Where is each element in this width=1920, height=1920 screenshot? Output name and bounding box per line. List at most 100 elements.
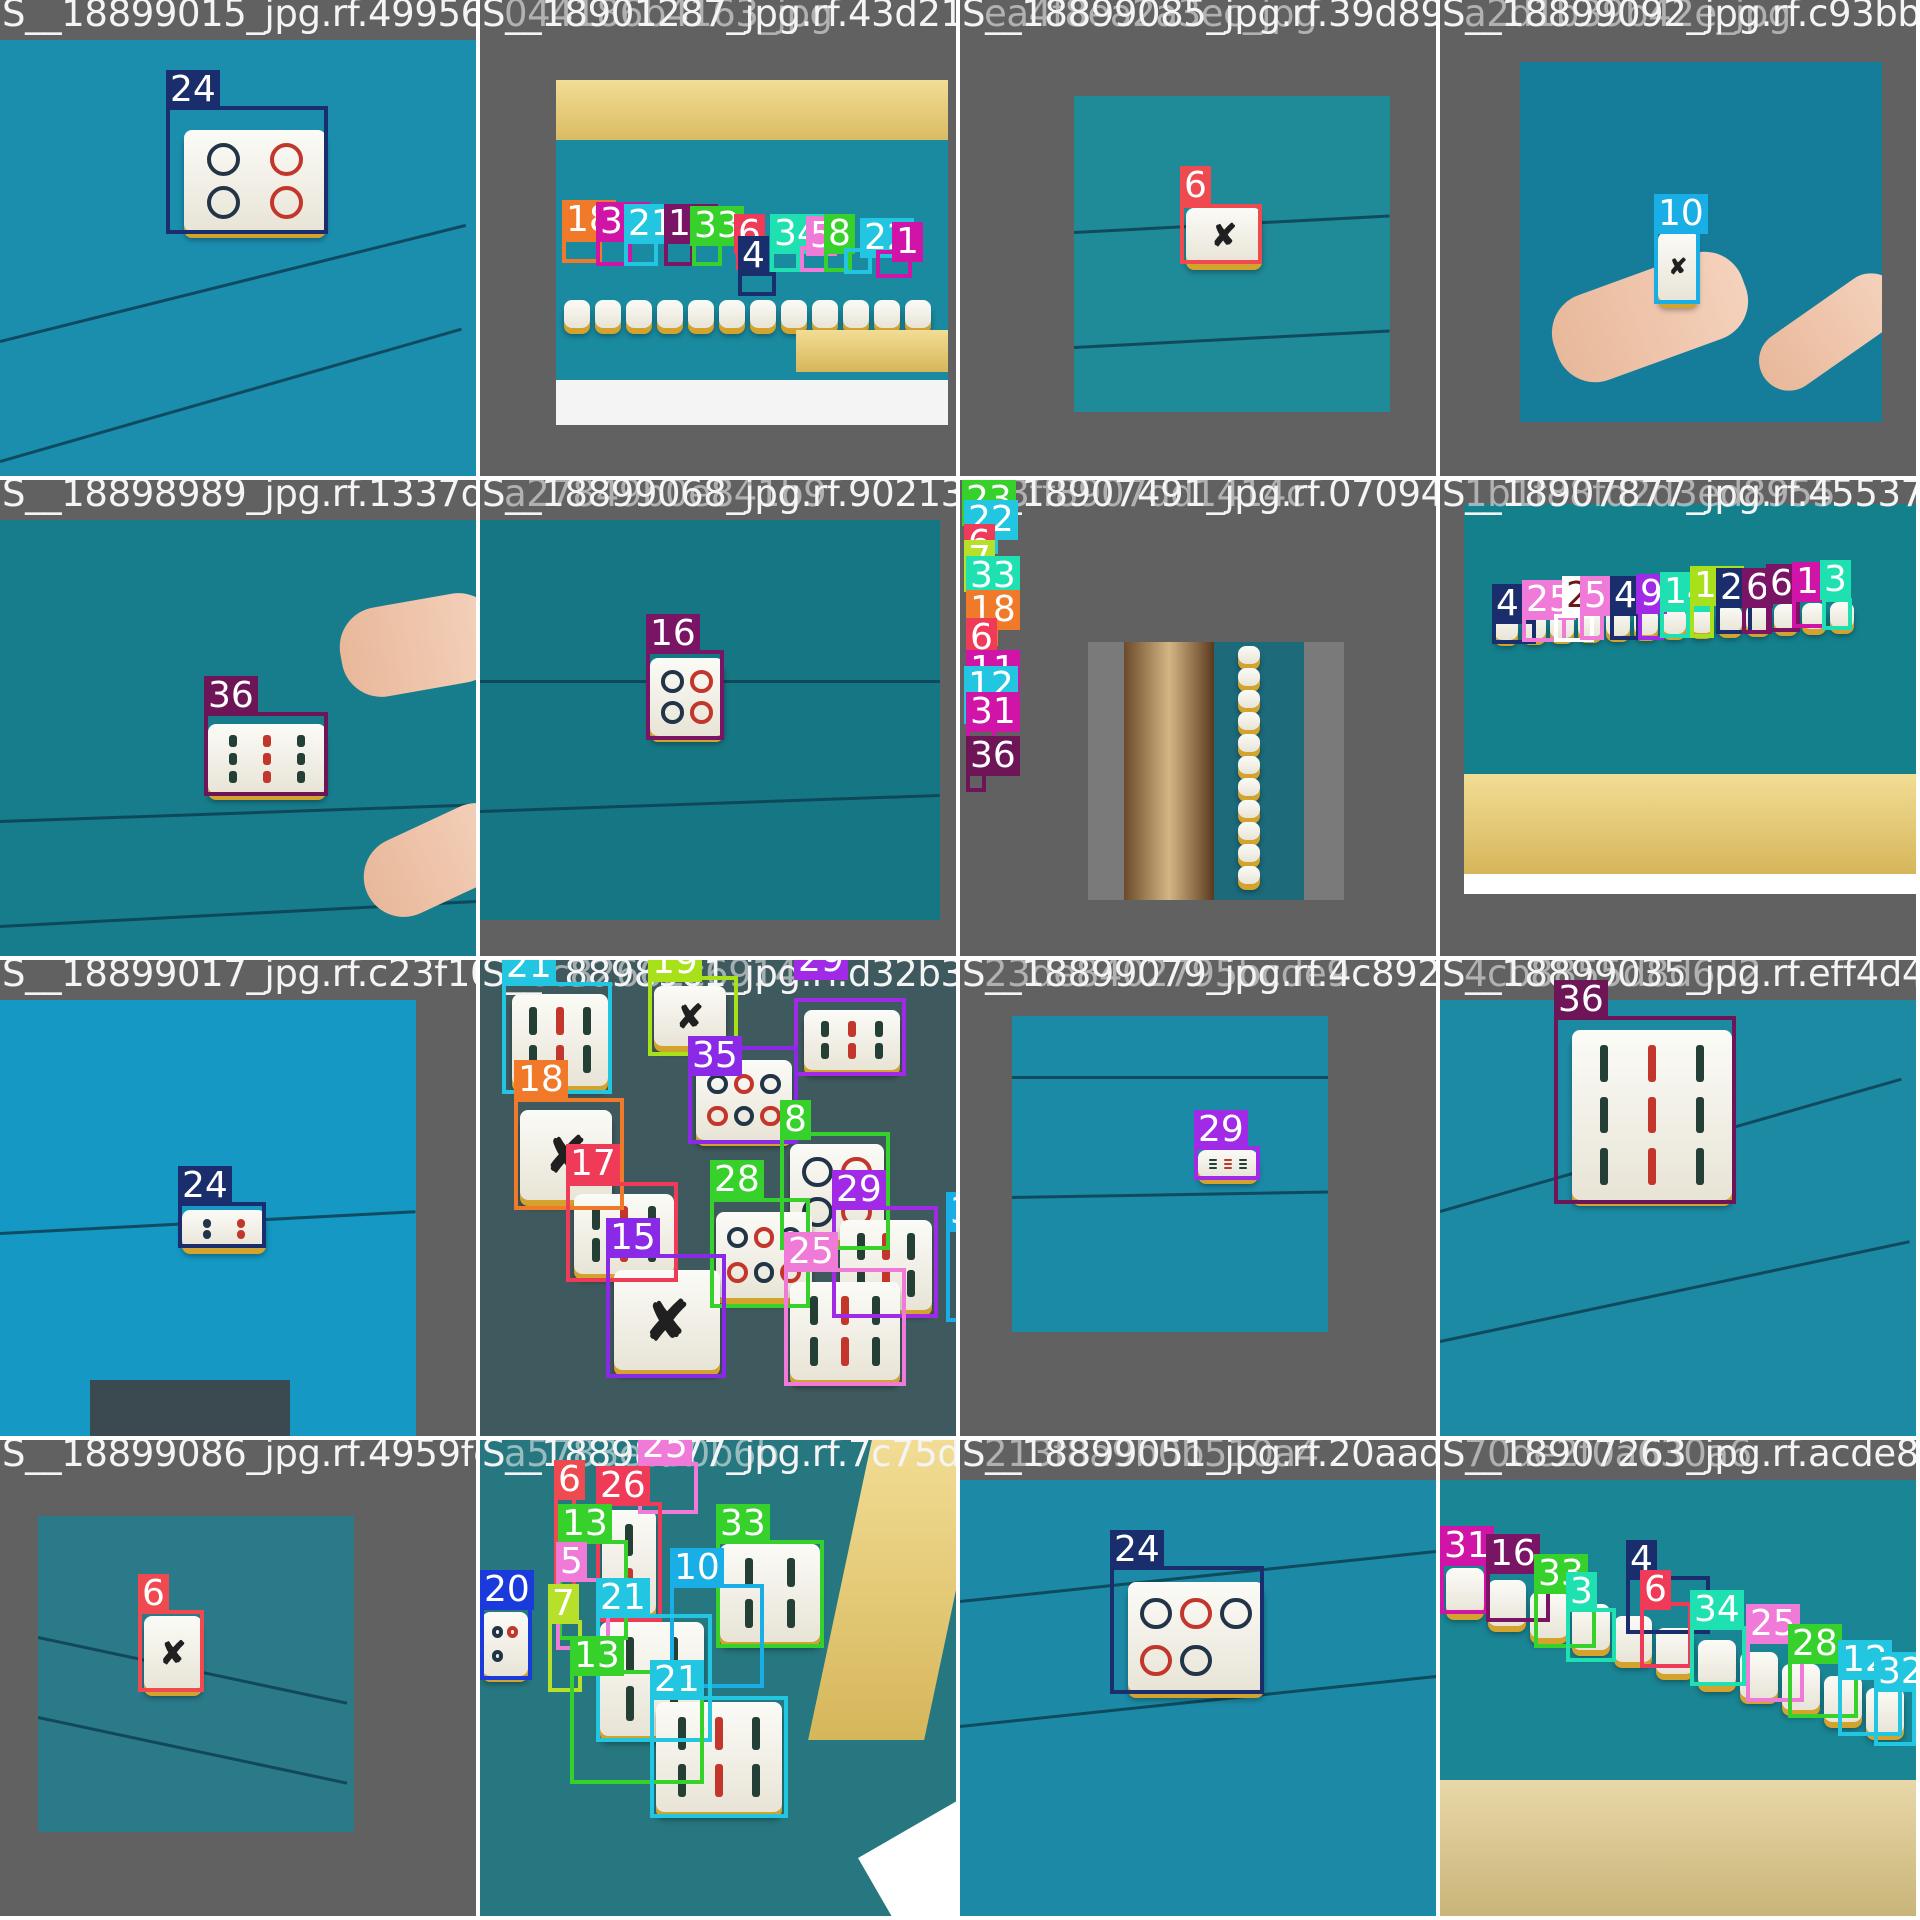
- detection-class-label: 33: [716, 1504, 770, 1544]
- detection-class-label: 24: [178, 1166, 232, 1206]
- mosaic-cell: 4cb8855d8d6d2 S__18899035_jpg.rf.eff4d40 3…: [1440, 960, 1916, 1436]
- image-filename: S__18899035_jpg.rf.eff4d40: [1442, 960, 1916, 995]
- detection-box: [1580, 612, 1604, 640]
- mahjong-tile: [1238, 844, 1260, 862]
- mahjong-tile: [1238, 668, 1260, 686]
- detection-class-label: 18: [514, 1060, 568, 1100]
- detection-class-label: 25: [784, 1232, 838, 1272]
- detection-class-label: 25: [638, 1440, 692, 1466]
- detection-class-label: 21: [650, 1660, 704, 1700]
- mosaic-cell: 23de8402795bcde9 S__18899079_jpg.rf.4c892…: [960, 960, 1436, 1436]
- table-rail-line: [0, 327, 462, 463]
- detection-class-label: 1: [892, 222, 923, 262]
- mahjong-tile: [1238, 756, 1260, 774]
- finger: [333, 586, 476, 704]
- image-filename: S__18907491_jpg.rf.07094e6: [962, 480, 1436, 515]
- photo-area: [1088, 642, 1344, 900]
- detection-class-label: 17: [566, 1144, 620, 1184]
- detection-box: [1690, 1626, 1746, 1686]
- mosaic-cell: a27849b0e841b9S__18899068_jpg.rf.9021336…: [480, 480, 956, 956]
- detection-box: [1180, 204, 1262, 264]
- detection-class-label: 5: [556, 1542, 587, 1582]
- table-rail-line: [38, 1716, 348, 1785]
- detection-class-label: 24: [1110, 1530, 1164, 1570]
- table-rail-line: [1440, 1240, 1910, 1343]
- detection-class-label: 8: [780, 1100, 811, 1140]
- detection-box: [1554, 1016, 1736, 1204]
- mahjong-tile: [657, 300, 683, 328]
- detection-class-label: 24: [166, 70, 220, 110]
- detection-box: [1110, 1566, 1264, 1694]
- image-filename: S__18899085_jpg.rf.39d8904: [962, 0, 1436, 35]
- detection-class-label: 13: [570, 1636, 624, 1676]
- mosaic-cell: ✘✘✘4ec82662c6914S__18898961_jpg.rf.d32b3…: [480, 960, 956, 1436]
- detection-class-label: 29: [832, 1170, 886, 1210]
- detection-box: [784, 1268, 906, 1386]
- table-rail-line: [480, 793, 940, 813]
- mahjong-tile: [1238, 646, 1260, 664]
- mahjong-tile: [1238, 690, 1260, 708]
- detection-box: [1440, 1560, 1488, 1614]
- detection-box: [606, 1254, 726, 1378]
- table-rail-line: [0, 803, 476, 823]
- mahjong-tile: [1238, 822, 1260, 840]
- mahjong-tile: [1238, 800, 1260, 818]
- tile-pile: [90, 1380, 290, 1436]
- detection-box: [1610, 612, 1640, 640]
- detection-class-label: 21: [596, 1578, 650, 1618]
- detection-class-label: 32: [1874, 1652, 1916, 1692]
- detection-class-label: 20: [480, 1570, 534, 1610]
- mahjong-tile: [812, 300, 838, 328]
- detection-class-label: 15: [606, 1218, 660, 1258]
- detection-class-label: 29: [1194, 1110, 1248, 1150]
- rack-edge: [1124, 642, 1214, 900]
- detection-box: [646, 650, 724, 740]
- mosaic-cell: S__18898989_jpg.rf.1337d99 36: [0, 480, 476, 956]
- detection-class-label: 16: [646, 614, 700, 654]
- mosaic-cell: 70de2f0a630a6 S__18907263_jpg.rf.acde85 31…: [1440, 1440, 1916, 1916]
- mahjong-tile: [905, 300, 931, 328]
- mahjong-tile: [781, 300, 807, 328]
- finger: [1747, 261, 1882, 403]
- detection-class-label: 13: [558, 1504, 612, 1544]
- detection-class-label: 6: [1180, 166, 1211, 206]
- mahjong-tile: [626, 300, 652, 328]
- detection-box: [1874, 1686, 1916, 1746]
- mosaic-cell: ✘ ea4f8ea2a3ec_jpg S__18899085_jpg.rf.39d8…: [960, 0, 1436, 476]
- mahjong-tile: [564, 300, 590, 328]
- detection-box: [138, 1610, 204, 1692]
- mosaic-cell: e3ff8907dd1414cS__18907491_jpg.rf.07094e…: [960, 480, 1436, 956]
- detection-class-label: 30: [946, 1192, 956, 1232]
- image-filename: S__18907263_jpg.rf.acde85: [1442, 1440, 1916, 1475]
- mahjong-tile: [1238, 866, 1260, 884]
- detection-box: [1660, 608, 1690, 638]
- mosaic-cell: 1b1f88fd2d3ed8955 S__18907877_jpg.rf.4553…: [1440, 480, 1916, 956]
- detection-class-label: 28: [1788, 1624, 1842, 1664]
- detection-class-label: 35: [688, 1036, 742, 1076]
- detection-box: [1654, 226, 1700, 304]
- table-rail-line: [1012, 1076, 1328, 1079]
- detection-class-label: 4: [738, 236, 769, 276]
- detection-class-label: 36: [204, 676, 258, 716]
- mahjong-tile: [750, 300, 776, 328]
- detection-box: [1566, 1608, 1616, 1662]
- photo-area: [960, 1480, 1436, 1916]
- mosaic-grid: S__18899015_jpg.rf.49956d 24 044186b4163_j…: [0, 0, 1920, 1920]
- mosaic-cell: ✘ a2d1b39b42e_jpg S__18899092_jpg.rf.c93bb…: [1440, 0, 1916, 476]
- mahjong-tile: [719, 300, 745, 328]
- detection-box: [946, 1228, 956, 1322]
- mahjong-tile: [1238, 778, 1260, 796]
- detection-box: [166, 106, 328, 234]
- detection-box: [794, 998, 906, 1076]
- table-rail-line: [0, 223, 467, 343]
- detection-class-label: 10: [670, 1548, 724, 1588]
- detection-class-label: 6: [1640, 1570, 1671, 1610]
- detection-class-label: 3: [1566, 1572, 1597, 1612]
- tile-rack: [1464, 774, 1916, 874]
- detection-box: [178, 1202, 266, 1248]
- mahjong-tile: [843, 300, 869, 328]
- thumb: [1540, 240, 1760, 394]
- mahjong-tile: [595, 300, 621, 328]
- image-filename: S__18899015_jpg.rf.49956d: [2, 0, 476, 35]
- white-margin: [1464, 874, 1916, 894]
